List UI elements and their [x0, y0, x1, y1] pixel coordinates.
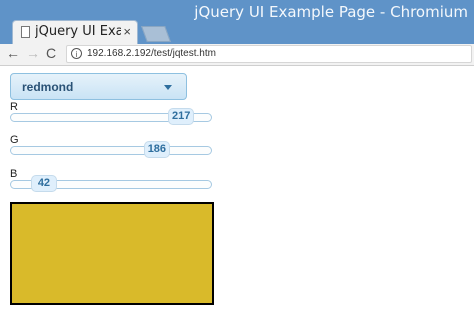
tab-label: jQuery UI Example Page	[35, 24, 121, 39]
browser-tab[interactable]: jQuery UI Example Page ×	[12, 20, 138, 44]
slider-b-label: B	[10, 168, 18, 180]
reload-icon[interactable]: C	[46, 45, 56, 61]
toolbar: ← → C i 192.168.2.192/test/jqtest.htm	[0, 44, 474, 66]
url-text[interactable]: 192.168.2.192/test/jqtest.htm	[87, 48, 216, 59]
color-swatch	[10, 202, 214, 305]
back-arrow-icon[interactable]: ←	[6, 45, 20, 61]
slider-b-track[interactable]: 42	[10, 175, 212, 192]
forward-arrow-icon[interactable]: →	[26, 45, 40, 61]
slider-g-track[interactable]: 186	[10, 141, 212, 158]
slider-g-label: G	[10, 134, 19, 146]
title-bar: jQuery UI Example Page - Chromium jQuery…	[0, 0, 474, 44]
dropdown-arrow-icon	[164, 85, 172, 90]
slider-r-track[interactable]: 217	[10, 108, 212, 125]
slider-r-handle[interactable]: 217	[168, 108, 195, 125]
theme-select-value: redmond	[22, 80, 74, 94]
page-icon	[21, 26, 30, 38]
theme-select[interactable]: redmond	[10, 73, 187, 100]
new-tab-button[interactable]	[141, 26, 171, 42]
window-title: jQuery UI Example Page - Chromium	[194, 3, 468, 21]
slider-b-handle[interactable]: 42	[30, 175, 57, 192]
address-bar[interactable]: i 192.168.2.192/test/jqtest.htm	[66, 45, 472, 63]
slider-r-label: R	[10, 101, 18, 113]
tab-close-icon[interactable]: ×	[123, 24, 131, 39]
slider-g-handle[interactable]: 186	[143, 141, 170, 158]
info-icon[interactable]: i	[71, 48, 82, 59]
